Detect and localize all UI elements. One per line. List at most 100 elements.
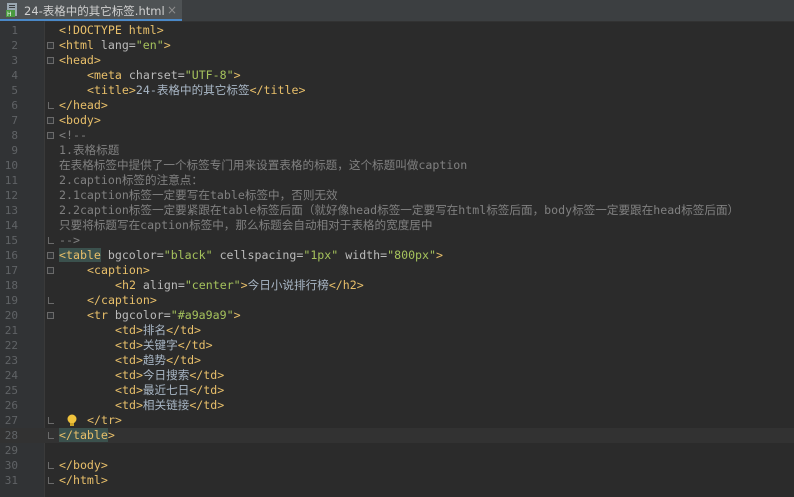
code-line[interactable]: 29	[0, 443, 794, 458]
value-token: "center"	[184, 278, 241, 292]
line-number: 4	[11, 69, 18, 82]
line-number: 11	[4, 174, 18, 187]
tag-token: <body>	[59, 113, 101, 127]
line-number: 16	[4, 249, 18, 262]
code-line[interactable]: 27 </tr>	[0, 413, 794, 428]
code-line[interactable]: 3 <head>	[0, 53, 794, 68]
fold-end-icon[interactable]	[48, 432, 54, 439]
fold-icon[interactable]	[47, 132, 54, 139]
fold-end-icon[interactable]	[48, 237, 54, 244]
attr-token: charset=	[128, 68, 185, 82]
tag-token: >	[233, 308, 241, 322]
code-line-current[interactable]: 28 </table>	[0, 428, 794, 443]
fold-icon[interactable]	[47, 252, 54, 259]
code-line[interactable]: 12 2.1caption标签一定要写在table标签中，否则无效	[0, 188, 794, 203]
fold-end-icon[interactable]	[48, 297, 54, 304]
tag-token: <td>	[115, 383, 143, 397]
code-line[interactable]: 9 1.表格标题	[0, 143, 794, 158]
tag-token: </td>	[166, 353, 202, 367]
line-number: 30	[4, 459, 18, 472]
tag-token: </td>	[189, 398, 225, 412]
code-line[interactable]: 18 <h2 align="center">今日小说排行榜</h2>	[0, 278, 794, 293]
tag-token: </head>	[59, 98, 108, 112]
html-file-icon: H	[6, 3, 17, 17]
text-token: 趋势	[142, 353, 167, 367]
code-line[interactable]: 6 </head>	[0, 98, 794, 113]
comment-token: 2.1caption标签一定要写在table标签中，否则无效	[59, 188, 338, 202]
text-token: 今日搜索	[142, 368, 190, 382]
tag-token: <td>	[115, 398, 143, 412]
tag-token: >	[240, 278, 248, 292]
line-number: 9	[11, 144, 18, 157]
code-line[interactable]: 2 <html lang="en">	[0, 38, 794, 53]
tag-token: >	[233, 68, 241, 82]
value-token: "black"	[163, 248, 213, 262]
text-token: 关键字	[142, 338, 178, 352]
code-line[interactable]: 22 <td>关键字</td>	[0, 338, 794, 353]
fold-end-icon[interactable]	[48, 102, 54, 109]
line-number: 2	[11, 39, 18, 52]
lightbulb-icon[interactable]	[66, 414, 78, 427]
fold-icon[interactable]	[47, 42, 54, 49]
close-icon[interactable]: ×	[166, 3, 178, 17]
tag-token: <td>	[115, 323, 143, 337]
code-line[interactable]: 8 <!--	[0, 128, 794, 143]
fold-end-icon[interactable]	[48, 462, 54, 469]
code-line[interactable]: 26 <td>相关链接</td>	[0, 398, 794, 413]
code-line[interactable]: 11 2.caption标签的注意点：	[0, 173, 794, 188]
tag-token: <table	[59, 248, 101, 262]
code-line[interactable]: 10 在表格标签中提供了一个标签专门用来设置表格的标题，这个标题叫做captio…	[0, 158, 794, 173]
text-token: 最近七日	[142, 383, 190, 397]
code-line[interactable]: 19 </caption>	[0, 293, 794, 308]
code-line[interactable]: 23 <td>趋势</td>	[0, 353, 794, 368]
editor-tab[interactable]: H 24-表格中的其它标签.html ×	[0, 0, 182, 21]
tag-token: </caption>	[87, 293, 157, 307]
code-line[interactable]: 30 </body>	[0, 458, 794, 473]
tag-token: </h2>	[328, 278, 364, 292]
line-number: 7	[11, 114, 18, 127]
text-token: 今日小说排行榜	[247, 278, 329, 292]
value-token: "#a9a9a9"	[170, 308, 234, 322]
line-number: 29	[4, 444, 18, 457]
fold-icon[interactable]	[47, 117, 54, 124]
value-token: "en"	[135, 38, 164, 52]
tag-token: </html>	[59, 473, 108, 487]
line-number: 8	[11, 129, 18, 142]
line-number: 28	[4, 429, 18, 442]
code-line[interactable]: 24 <td>今日搜索</td>	[0, 368, 794, 383]
code-line[interactable]: 20 <tr bgcolor="#a9a9a9">	[0, 308, 794, 323]
code-line[interactable]: 15 -->	[0, 233, 794, 248]
line-number: 21	[4, 324, 18, 337]
line-number: 14	[4, 219, 18, 232]
code-line[interactable]: 16 <table bgcolor="black" cellspacing="1…	[0, 248, 794, 263]
line-number: 20	[4, 309, 18, 322]
code-line[interactable]: 17 <caption>	[0, 263, 794, 278]
line-number: 12	[4, 189, 18, 202]
code-line[interactable]: 25 <td>最近七日</td>	[0, 383, 794, 398]
fold-icon[interactable]	[47, 312, 54, 319]
text-token: 相关链接	[142, 398, 190, 412]
code-editor[interactable]: H 24-表格中的其它标签.html × 1 <!DOCTYPE html> 2…	[0, 0, 794, 497]
fold-icon[interactable]	[47, 267, 54, 274]
fold-end-icon[interactable]	[48, 477, 54, 484]
code-line[interactable]: 7 <body>	[0, 113, 794, 128]
code-line[interactable]: 13 2.2caption标签一定要紧跟在table标签后面（就好像head标签…	[0, 203, 794, 218]
code-line[interactable]: 14 只要将标题写在caption标签中，那么标题会自动相对于表格的宽度居中	[0, 218, 794, 233]
code-line[interactable]: 4 <meta charset="UTF-8">	[0, 68, 794, 83]
line-number: 3	[11, 54, 18, 67]
tag-token: </body>	[59, 458, 108, 472]
line-number: 22	[4, 339, 18, 352]
tab-title: 24-表格中的其它标签.html	[24, 4, 165, 18]
code-line[interactable]: 1 <!DOCTYPE html>	[0, 23, 794, 38]
fold-icon[interactable]	[47, 57, 54, 64]
tag-token: <html	[59, 38, 101, 52]
line-number: 1	[11, 24, 18, 37]
code-line[interactable]: 21 <td>排名</td>	[0, 323, 794, 338]
tag-token: <td>	[115, 338, 143, 352]
code-line[interactable]: 5 <title>24-表格中的其它标签</title>	[0, 83, 794, 98]
code-line[interactable]: 31 </html>	[0, 473, 794, 488]
value-token: "800px"	[387, 248, 436, 262]
comment-token: 2.caption标签的注意点：	[59, 173, 203, 187]
tag-token: </td>	[166, 323, 202, 337]
fold-end-icon[interactable]	[48, 417, 54, 424]
